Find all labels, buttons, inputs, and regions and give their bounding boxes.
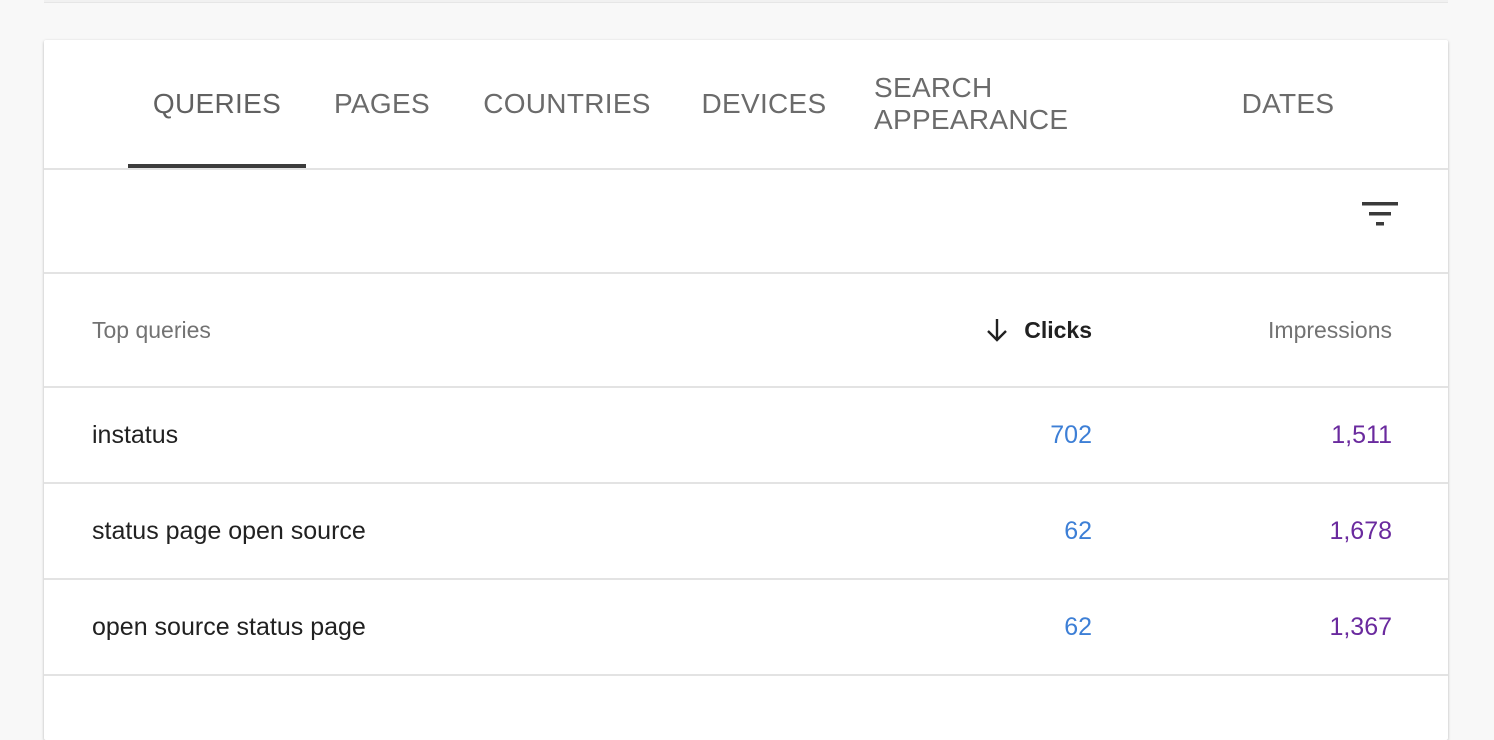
active-tab-indicator	[128, 164, 306, 168]
table-row[interactable]: open source status page 62 1,367	[44, 580, 1448, 676]
column-header-clicks[interactable]: Clicks	[984, 274, 1092, 386]
row-query: status page open source	[92, 516, 366, 545]
tab-pages[interactable]: PAGES	[314, 40, 450, 168]
column-header-impressions[interactable]: Impressions	[1268, 274, 1392, 386]
performance-table-card: QUERIES PAGES COUNTRIES DEVICES SEARCH A…	[44, 40, 1448, 740]
filter-icon[interactable]	[1360, 200, 1400, 230]
arrow-down-icon	[987, 319, 1008, 342]
table-toolbar	[44, 170, 1448, 274]
row-clicks: 62	[1064, 516, 1092, 545]
column-header-clicks-label: Clicks	[1024, 316, 1092, 343]
tab-queries[interactable]: QUERIES	[128, 40, 306, 168]
table-header: Top queries Clicks Impressions	[44, 274, 1448, 388]
row-impressions: 1,367	[1329, 612, 1392, 641]
row-clicks: 62	[1064, 612, 1092, 641]
column-header-query: Top queries	[92, 316, 211, 343]
row-impressions: 1,511	[1331, 420, 1392, 449]
row-impressions: 1,678	[1329, 516, 1392, 545]
tab-devices[interactable]: DEVICES	[690, 40, 838, 168]
row-query: instatus	[92, 420, 179, 449]
row-query: open source status page	[92, 612, 366, 641]
dimension-tabs: QUERIES PAGES COUNTRIES DEVICES SEARCH A…	[44, 40, 1448, 170]
table-row[interactable]: instatus 702 1,511	[44, 388, 1448, 484]
tab-countries[interactable]: COUNTRIES	[472, 40, 662, 168]
previous-card-edge	[44, 0, 1448, 3]
tab-dates[interactable]: DATES	[1228, 40, 1348, 168]
table-row[interactable]: status page open source 62 1,678	[44, 484, 1448, 580]
tab-search-appearance[interactable]: SEARCH APPEARANCE	[874, 40, 1192, 168]
row-clicks: 702	[1050, 420, 1092, 449]
